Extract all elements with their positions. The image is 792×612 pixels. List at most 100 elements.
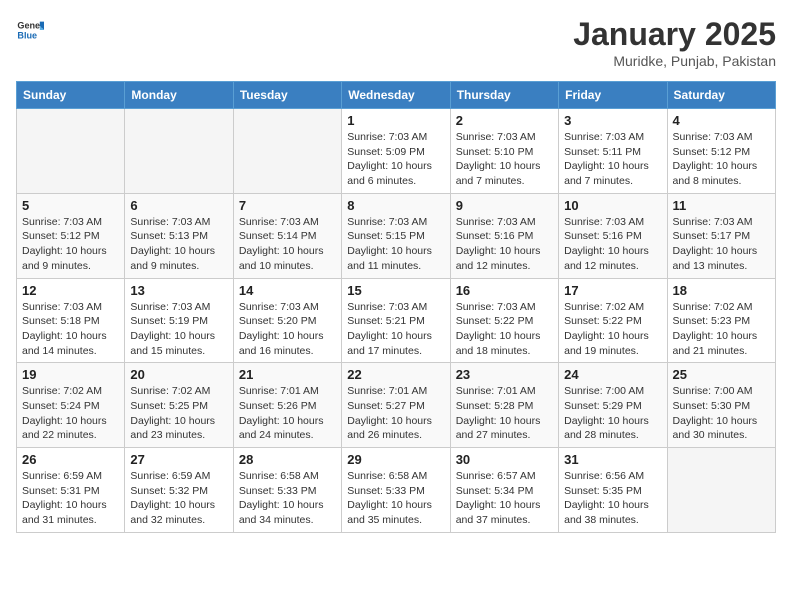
day-number: 19 <box>22 367 119 382</box>
day-number: 22 <box>347 367 444 382</box>
day-number: 7 <box>239 198 336 213</box>
day-info: Sunrise: 6:57 AMSunset: 5:34 PMDaylight:… <box>456 469 553 528</box>
day-info: Sunrise: 7:02 AMSunset: 5:22 PMDaylight:… <box>564 300 661 359</box>
day-info: Sunrise: 7:03 AMSunset: 5:13 PMDaylight:… <box>130 215 227 274</box>
day-number: 31 <box>564 452 661 467</box>
day-info: Sunrise: 7:03 AMSunset: 5:12 PMDaylight:… <box>22 215 119 274</box>
day-info: Sunrise: 7:03 AMSunset: 5:09 PMDaylight:… <box>347 130 444 189</box>
calendar-cell: 2 Sunrise: 7:03 AMSunset: 5:10 PMDaylight… <box>450 109 558 194</box>
calendar-cell: 7 Sunrise: 7:03 AMSunset: 5:14 PMDaylight… <box>233 193 341 278</box>
calendar-cell: 6 Sunrise: 7:03 AMSunset: 5:13 PMDaylight… <box>125 193 233 278</box>
day-number: 14 <box>239 283 336 298</box>
day-info: Sunrise: 7:03 AMSunset: 5:12 PMDaylight:… <box>673 130 770 189</box>
calendar-cell <box>125 109 233 194</box>
calendar-cell: 25 Sunrise: 7:00 AMSunset: 5:30 PMDayligh… <box>667 363 775 448</box>
day-number: 3 <box>564 113 661 128</box>
weekday-header-cell: Wednesday <box>342 82 450 109</box>
day-info: Sunrise: 7:03 AMSunset: 5:16 PMDaylight:… <box>456 215 553 274</box>
calendar-cell: 4 Sunrise: 7:03 AMSunset: 5:12 PMDaylight… <box>667 109 775 194</box>
calendar-cell: 27 Sunrise: 6:59 AMSunset: 5:32 PMDayligh… <box>125 448 233 533</box>
day-info: Sunrise: 7:03 AMSunset: 5:19 PMDaylight:… <box>130 300 227 359</box>
calendar-cell: 28 Sunrise: 6:58 AMSunset: 5:33 PMDayligh… <box>233 448 341 533</box>
day-info: Sunrise: 6:59 AMSunset: 5:32 PMDaylight:… <box>130 469 227 528</box>
calendar-cell: 9Sunrise: 7:03 AMSunset: 5:16 PMDaylight… <box>450 193 558 278</box>
day-info: Sunrise: 7:01 AMSunset: 5:28 PMDaylight:… <box>456 384 553 443</box>
calendar-cell: 21Sunrise: 7:01 AMSunset: 5:26 PMDayligh… <box>233 363 341 448</box>
calendar-cell <box>233 109 341 194</box>
calendar-cell: 30Sunrise: 6:57 AMSunset: 5:34 PMDayligh… <box>450 448 558 533</box>
day-info: Sunrise: 7:03 AMSunset: 5:11 PMDaylight:… <box>564 130 661 189</box>
main-title: January 2025 <box>573 16 776 53</box>
calendar-cell: 31 Sunrise: 6:56 AMSunset: 5:35 PMDayligh… <box>559 448 667 533</box>
title-area: January 2025 Muridke, Punjab, Pakistan <box>573 16 776 69</box>
day-number: 27 <box>130 452 227 467</box>
calendar-cell <box>667 448 775 533</box>
weekday-header-cell: Monday <box>125 82 233 109</box>
calendar-cell: 3 Sunrise: 7:03 AMSunset: 5:11 PMDaylight… <box>559 109 667 194</box>
day-number: 8 <box>347 198 444 213</box>
day-info: Sunrise: 7:00 AMSunset: 5:29 PMDaylight:… <box>564 384 661 443</box>
calendar-cell: 10 Sunrise: 7:03 AMSunset: 5:16 PMDayligh… <box>559 193 667 278</box>
day-number: 10 <box>564 198 661 213</box>
calendar-cell: 19 Sunrise: 7:02 AMSunset: 5:24 PMDayligh… <box>17 363 125 448</box>
weekday-header-cell: Sunday <box>17 82 125 109</box>
calendar-cell: 11 Sunrise: 7:03 AMSunset: 5:17 PMDayligh… <box>667 193 775 278</box>
day-number: 6 <box>130 198 227 213</box>
day-number: 2 <box>456 113 553 128</box>
day-info: Sunrise: 7:03 AMSunset: 5:16 PMDaylight:… <box>564 215 661 274</box>
day-info: Sunrise: 7:02 AMSunset: 5:25 PMDaylight:… <box>130 384 227 443</box>
day-info: Sunrise: 6:56 AMSunset: 5:35 PMDaylight:… <box>564 469 661 528</box>
calendar-cell: 15Sunrise: 7:03 AMSunset: 5:21 PMDayligh… <box>342 278 450 363</box>
day-info: Sunrise: 7:03 AMSunset: 5:22 PMDaylight:… <box>456 300 553 359</box>
day-number: 21 <box>239 367 336 382</box>
day-info: Sunrise: 7:03 AMSunset: 5:14 PMDaylight:… <box>239 215 336 274</box>
day-number: 5 <box>22 198 119 213</box>
svg-text:Blue: Blue <box>17 30 37 40</box>
day-info: Sunrise: 6:58 AMSunset: 5:33 PMDaylight:… <box>347 469 444 528</box>
day-number: 25 <box>673 367 770 382</box>
day-info: Sunrise: 7:03 AMSunset: 5:18 PMDaylight:… <box>22 300 119 359</box>
calendar-cell: 22 Sunrise: 7:01 AMSunset: 5:27 PMDayligh… <box>342 363 450 448</box>
calendar-body: 1Sunrise: 7:03 AMSunset: 5:09 PMDaylight… <box>17 109 776 533</box>
weekday-header-cell: Saturday <box>667 82 775 109</box>
calendar-cell: 24Sunrise: 7:00 AMSunset: 5:29 PMDayligh… <box>559 363 667 448</box>
day-info: Sunrise: 6:58 AMSunset: 5:33 PMDaylight:… <box>239 469 336 528</box>
header: General Blue January 2025 Muridke, Punja… <box>16 16 776 69</box>
day-info: Sunrise: 7:03 AMSunset: 5:20 PMDaylight:… <box>239 300 336 359</box>
weekday-header-cell: Friday <box>559 82 667 109</box>
day-number: 16 <box>456 283 553 298</box>
day-number: 15 <box>347 283 444 298</box>
logo: General Blue <box>16 16 44 44</box>
day-info: Sunrise: 7:02 AMSunset: 5:24 PMDaylight:… <box>22 384 119 443</box>
day-info: Sunrise: 6:59 AMSunset: 5:31 PMDaylight:… <box>22 469 119 528</box>
day-info: Sunrise: 7:03 AMSunset: 5:17 PMDaylight:… <box>673 215 770 274</box>
calendar-cell: 12 Sunrise: 7:03 AMSunset: 5:18 PMDayligh… <box>17 278 125 363</box>
day-info: Sunrise: 7:03 AMSunset: 5:15 PMDaylight:… <box>347 215 444 274</box>
day-info: Sunrise: 7:00 AMSunset: 5:30 PMDaylight:… <box>673 384 770 443</box>
day-number: 28 <box>239 452 336 467</box>
subtitle: Muridke, Punjab, Pakistan <box>573 53 776 69</box>
day-number: 17 <box>564 283 661 298</box>
calendar-week-row: 26Sunrise: 6:59 AMSunset: 5:31 PMDayligh… <box>17 448 776 533</box>
calendar-week-row: 19 Sunrise: 7:02 AMSunset: 5:24 PMDayligh… <box>17 363 776 448</box>
calendar-cell: 1Sunrise: 7:03 AMSunset: 5:09 PMDaylight… <box>342 109 450 194</box>
day-info: Sunrise: 7:01 AMSunset: 5:27 PMDaylight:… <box>347 384 444 443</box>
day-number: 11 <box>673 198 770 213</box>
day-number: 4 <box>673 113 770 128</box>
calendar-week-row: 1Sunrise: 7:03 AMSunset: 5:09 PMDaylight… <box>17 109 776 194</box>
calendar-cell: 18Sunrise: 7:02 AMSunset: 5:23 PMDayligh… <box>667 278 775 363</box>
calendar-cell: 5 Sunrise: 7:03 AMSunset: 5:12 PMDaylight… <box>17 193 125 278</box>
day-info: Sunrise: 7:03 AMSunset: 5:10 PMDaylight:… <box>456 130 553 189</box>
calendar-cell: 23 Sunrise: 7:01 AMSunset: 5:28 PMDayligh… <box>450 363 558 448</box>
calendar-cell: 13Sunrise: 7:03 AMSunset: 5:19 PMDayligh… <box>125 278 233 363</box>
logo-icon: General Blue <box>16 16 44 44</box>
calendar-cell: 8 Sunrise: 7:03 AMSunset: 5:15 PMDaylight… <box>342 193 450 278</box>
calendar-cell: 20Sunrise: 7:02 AMSunset: 5:25 PMDayligh… <box>125 363 233 448</box>
calendar-cell: 29 Sunrise: 6:58 AMSunset: 5:33 PMDayligh… <box>342 448 450 533</box>
weekday-header-cell: Thursday <box>450 82 558 109</box>
day-number: 12 <box>22 283 119 298</box>
calendar-week-row: 5 Sunrise: 7:03 AMSunset: 5:12 PMDaylight… <box>17 193 776 278</box>
day-number: 29 <box>347 452 444 467</box>
calendar-cell <box>17 109 125 194</box>
day-number: 23 <box>456 367 553 382</box>
